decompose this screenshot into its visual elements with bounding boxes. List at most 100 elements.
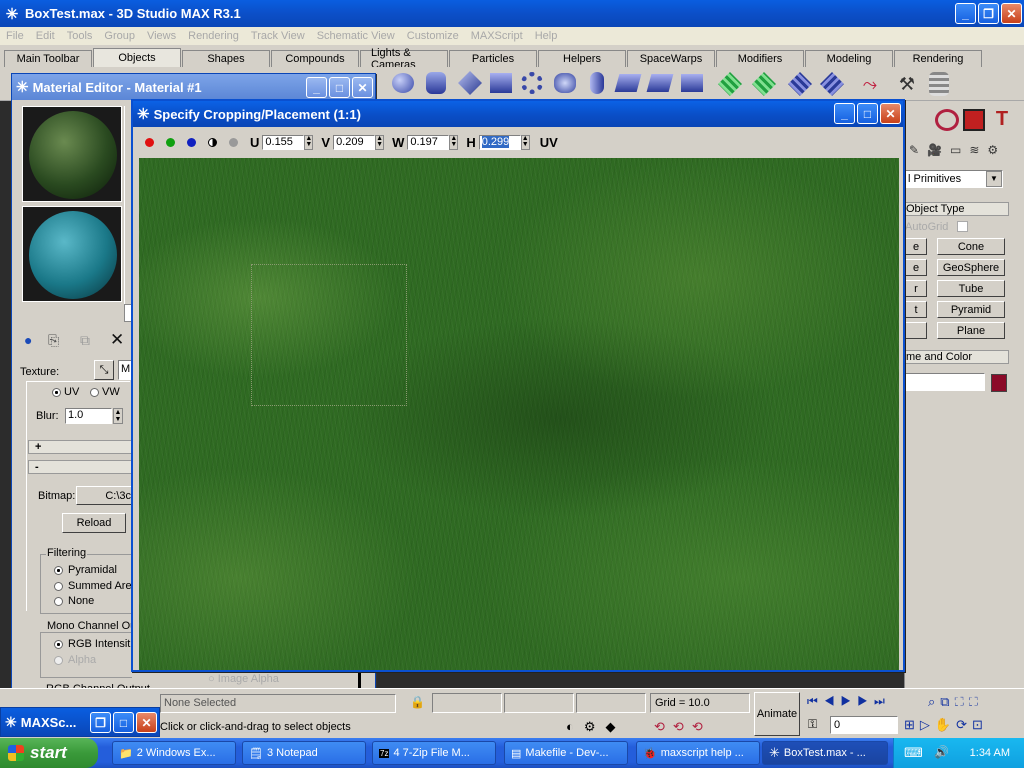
menu-edit[interactable]: Edit <box>30 30 61 42</box>
alpha-channel-icon[interactable] <box>229 137 238 147</box>
w-input[interactable]: 0.197 <box>407 134 450 150</box>
coord-y-field[interactable] <box>504 693 574 713</box>
menu-track-view[interactable]: Track View <box>245 30 311 42</box>
pan-icon[interactable]: ✋ <box>935 717 956 732</box>
grass-texture-preview[interactable] <box>139 158 899 670</box>
torus-knot-tool-icon[interactable] <box>521 72 543 94</box>
motion-tab-icon[interactable] <box>935 109 959 131</box>
go-to-end-icon[interactable]: ⏭ <box>874 694 891 708</box>
taskbar-maxscript-help[interactable]: 🐞 maxscript help ... <box>636 741 760 765</box>
restore-button[interactable]: ❐ <box>90 712 111 733</box>
blue-channel-icon[interactable] <box>187 137 196 147</box>
cone-button[interactable]: Cone <box>937 238 1005 255</box>
close-button[interactable]: ✕ <box>880 103 901 124</box>
assign-material-icon[interactable]: ⧉ <box>80 332 100 352</box>
taskbar-dev-cpp[interactable]: ▤ Makefile - Dev-... <box>504 741 628 765</box>
snap-toggle-icon[interactable]: ⟲ <box>654 719 673 734</box>
geosphere-tool-icon[interactable] <box>458 71 482 95</box>
tab-main-toolbar[interactable]: Main Toolbar <box>4 50 92 67</box>
maximize-button[interactable]: □ <box>857 103 878 124</box>
oiltank-tool-icon[interactable] <box>646 74 674 92</box>
reload-button[interactable]: Reload <box>62 513 126 533</box>
taskbar-3dsmax[interactable]: ✳ BoxTest.max - ... <box>762 741 888 765</box>
utilities-tab-icon[interactable]: T <box>991 107 1013 131</box>
light-icon[interactable]: ✎ <box>909 143 919 161</box>
mono-rgb-intensity-radio[interactable]: RGB Intensit <box>54 638 130 650</box>
sphere-select-icon[interactable]: ◐ <box>566 719 584 734</box>
cylinder-tool-icon[interactable] <box>426 72 446 94</box>
crossing-icon[interactable]: ⚙ <box>584 719 606 734</box>
w-spinner-arrows[interactable]: ▲ ▼ <box>449 134 459 150</box>
spindle-tool-icon[interactable] <box>681 74 703 92</box>
bitmap-path-button[interactable]: C:\3c <box>76 486 132 505</box>
region-zoom-icon[interactable]: ⊞ <box>904 717 920 732</box>
tri-patch-tool-icon[interactable] <box>820 72 844 96</box>
minimize-button[interactable]: _ <box>306 77 327 98</box>
v-input[interactable]: 0.209 <box>333 134 376 150</box>
get-material-icon[interactable]: ● <box>24 332 44 352</box>
hammer-tool-icon[interactable]: ⚒ <box>895 72 919 96</box>
close-button[interactable]: ✕ <box>136 712 157 733</box>
coord-x-field[interactable] <box>432 693 502 713</box>
previous-frame-icon[interactable]: ◀ <box>824 694 841 708</box>
plane-button[interactable]: Plane <box>937 322 1005 339</box>
key-mode-icon[interactable]: ⚿ <box>808 717 817 732</box>
keyboard-icon[interactable]: ⌨ <box>904 745 923 761</box>
mono-alpha-radio[interactable]: Alpha <box>54 654 96 666</box>
blur-input[interactable]: 1.0 <box>65 408 112 424</box>
filter-summed-area-radio[interactable]: Summed Are <box>54 580 132 592</box>
material-editor-title-bar[interactable]: ✳ Material Editor - Material #1 _ □ ✕ <box>12 74 375 100</box>
field-of-view-icon[interactable]: ▷ <box>920 717 935 732</box>
maximize-viewport-icon[interactable]: ⊡ <box>972 717 988 732</box>
maximize-button[interactable]: □ <box>329 77 350 98</box>
menu-tools[interactable]: Tools <box>61 30 99 42</box>
menu-maxscript[interactable]: MAXScript <box>465 30 529 42</box>
tab-modifiers[interactable]: Modifiers <box>716 50 804 67</box>
tab-spacewarps[interactable]: SpaceWarps <box>627 50 715 67</box>
current-frame-field[interactable]: 0 <box>830 716 898 734</box>
tab-shapes[interactable]: Shapes <box>182 50 270 67</box>
pyramid-button[interactable]: Pyramid <box>937 301 1005 318</box>
object-type-button-partial-4[interactable]: t <box>905 301 927 318</box>
object-type-button-partial-5[interactable] <box>905 322 927 339</box>
spacewarp-icon[interactable]: ≋ <box>969 143 979 161</box>
u-input[interactable]: 0.155 <box>262 134 305 150</box>
object-name-field[interactable] <box>905 373 985 391</box>
close-button[interactable]: ✕ <box>1001 3 1022 24</box>
display-tab-icon[interactable] <box>963 109 985 131</box>
rollout-bitmap-parameters[interactable]: - <box>28 460 132 474</box>
material-slot-1[interactable] <box>22 106 122 202</box>
rollout-object-type[interactable]: Object Type <box>905 202 1009 216</box>
pick-texture-icon[interactable]: ⤡ <box>94 360 114 380</box>
systems-icon[interactable]: ⚙ <box>987 143 998 161</box>
clock[interactable]: 1:34 AM <box>970 747 1010 759</box>
taskbar-7zip[interactable]: 7z 4 7-Zip File M... <box>372 741 496 765</box>
main-title-bar[interactable]: ✳ BoxTest.max - 3D Studio MAX R3.1 _ ❐ ✕ <box>0 0 1024 27</box>
patch-grid-tool-icon[interactable] <box>752 72 776 96</box>
menu-customize[interactable]: Customize <box>401 30 465 42</box>
box-tool-icon[interactable] <box>490 73 512 93</box>
arc-rotate-icon[interactable]: ⟳ <box>956 717 972 732</box>
tab-lights-cameras[interactable]: Lights & Cameras <box>360 47 448 71</box>
lock-icon[interactable]: 🔒 <box>410 695 426 711</box>
object-color-swatch[interactable] <box>991 374 1007 392</box>
h-spinner-arrows[interactable]: ▲ ▼ <box>520 134 530 150</box>
texture-field[interactable]: M <box>118 360 132 380</box>
chevron-down-icon[interactable]: ▼ <box>986 171 1002 187</box>
material-editor-scrollbar[interactable] <box>358 670 361 690</box>
start-button[interactable]: start <box>0 738 98 768</box>
tab-compounds[interactable]: Compounds <box>271 50 359 67</box>
vw-radio[interactable]: VW <box>90 386 120 398</box>
h-input[interactable]: 0.299 <box>478 134 521 150</box>
object-type-button-partial-1[interactable]: e <box>905 238 927 255</box>
helper-icon[interactable]: ▭ <box>950 143 961 161</box>
coord-z-field[interactable] <box>576 693 646 713</box>
red-channel-icon[interactable] <box>145 137 154 147</box>
chamfer-box-tool-icon[interactable] <box>614 74 642 92</box>
animate-button[interactable]: Animate <box>754 692 800 736</box>
green-channel-icon[interactable] <box>166 137 175 147</box>
play-icon[interactable]: ▶ <box>841 694 858 708</box>
volume-icon[interactable]: 🔊 <box>934 745 949 759</box>
autogrid-checkbox[interactable] <box>957 221 968 232</box>
crop-dialog-title-bar[interactable]: ✳ Specify Cropping/Placement (1:1) _ □ ✕ <box>133 101 903 127</box>
